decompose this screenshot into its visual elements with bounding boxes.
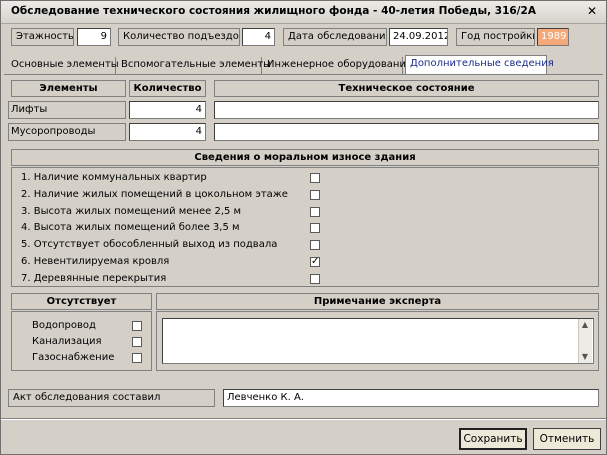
absent-checkbox[interactable] <box>132 321 142 331</box>
moral-wear-item-label: 3. Высота жилых помещений менее 2,5 м <box>21 205 242 217</box>
moral-wear-item-label: 2. Наличие жилых помещений в цокольном э… <box>21 188 288 200</box>
absent-item-label: Водопровод <box>32 320 96 331</box>
expert-note-scrollbar[interactable]: ▲ ▼ <box>578 319 592 363</box>
close-icon[interactable]: ✕ <box>584 4 600 18</box>
condition-field-garbage-chutes[interactable] <box>214 123 599 141</box>
quantity-field-lifts[interactable]: 4 <box>129 101 206 119</box>
element-name-garbage-chutes: Мусоропроводы <box>8 123 126 141</box>
tab-main-elements[interactable]: Основные элементы <box>7 57 119 75</box>
scroll-down-icon[interactable]: ▼ <box>579 351 591 363</box>
tab-engineering-equipment[interactable]: Инженерное оборудование <box>263 57 412 75</box>
build-year-field[interactable]: 1989 <box>537 28 569 46</box>
moral-wear-checkbox-checked[interactable]: ✓ <box>310 257 320 267</box>
survey-date-label: Дата обследования: <box>283 28 387 46</box>
quantity-field-garbage-chutes[interactable]: 4 <box>129 123 206 141</box>
moral-wear-checkbox[interactable] <box>310 206 320 217</box>
quantity-header: Количество <box>129 80 206 97</box>
condition-field-lifts[interactable] <box>214 101 599 119</box>
moral-wear-checkbox[interactable] <box>310 189 320 200</box>
scroll-up-icon[interactable]: ▲ <box>579 319 591 331</box>
moral-wear-checkbox[interactable] <box>310 223 320 234</box>
window-title: Обследование технического состояния жили… <box>11 5 536 17</box>
dialog-window: Обследование технического состояния жили… <box>0 0 607 455</box>
absent-item-label: Канализация <box>32 336 102 347</box>
absent-checkbox[interactable] <box>132 337 142 347</box>
moral-wear-item-label: 1. Наличие коммунальных квартир <box>21 172 207 183</box>
moral-wear-checkbox[interactable] <box>310 173 320 183</box>
absent-header: Отсутствует <box>11 293 152 310</box>
moral-wear-header: Сведения о моральном износе здания <box>11 149 599 166</box>
moral-wear-item-label: 6. Невентилируемая кровля <box>21 256 170 267</box>
moral-wear-checkbox[interactable] <box>310 240 320 251</box>
condition-header: Техническое состояние <box>214 80 599 97</box>
floors-field[interactable]: 9 <box>77 28 111 46</box>
moral-wear-item-label: 4. Высота жилых помещений более 3,5 м <box>21 222 240 234</box>
floors-label: Этажность: <box>11 28 74 46</box>
survey-date-field[interactable]: 24.09.2012 <box>389 28 448 46</box>
moral-wear-item-label: 7. Деревянные перекрытия <box>21 272 167 284</box>
elements-header: Элементы <box>11 80 126 97</box>
moral-wear-item-label: 5. Отсутствует обособленный выход из под… <box>21 239 278 251</box>
build-year-label: Год постройки: <box>456 28 535 46</box>
absent-item-label: Газоснабжение <box>32 352 115 363</box>
entrances-field[interactable]: 4 <box>242 28 275 46</box>
act-label: Акт обследования составил <box>8 389 215 407</box>
act-author-field[interactable]: Левченко К. А. <box>223 389 599 407</box>
save-button[interactable]: Сохранить <box>459 428 527 450</box>
moral-wear-checkbox[interactable] <box>310 273 320 284</box>
absent-checkbox[interactable] <box>132 353 142 363</box>
expert-note-header: Примечание эксперта <box>156 293 599 310</box>
element-name-lifts: Лифты <box>8 101 126 119</box>
title-bar[interactable]: Обследование технического состояния жили… <box>1 1 606 24</box>
expert-note-textarea[interactable] <box>162 318 594 364</box>
footer-divider <box>1 418 606 420</box>
entrances-label: Количество подъездов: <box>118 28 240 46</box>
cancel-button[interactable]: Отменить <box>533 428 601 450</box>
tab-auxiliary-elements[interactable]: Вспомогательные элементы <box>117 57 271 75</box>
tab-additional-info[interactable]: Дополнительные сведения <box>405 55 554 75</box>
